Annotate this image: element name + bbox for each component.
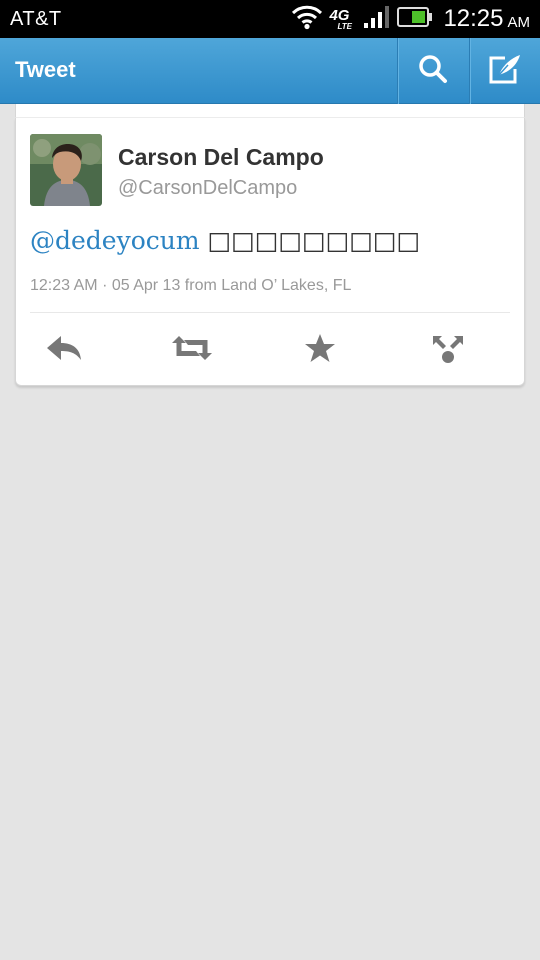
more-actions-icon: [429, 332, 467, 369]
tweet-meta: 12:23 AM · 05 Apr 13 from Land O’ Lakes,…: [30, 277, 351, 295]
compose-icon: [487, 53, 523, 90]
clock-ampm: AM: [507, 13, 531, 31]
tweet-actions: [30, 326, 510, 374]
retweet-button[interactable]: [160, 326, 224, 374]
wifi-icon: [291, 4, 323, 35]
avatar[interactable]: [30, 134, 102, 206]
reply-icon: [45, 334, 83, 367]
favorite-icon: [304, 333, 336, 368]
card-top-edge: [15, 104, 525, 118]
tweet-card: Carson Del Campo @CarsonDelCampo @dedeyo…: [15, 118, 525, 386]
tweet-body: □□□□□□□□□: [207, 226, 421, 255]
user-name[interactable]: Carson Del Campo: [118, 144, 324, 171]
screen-title: Tweet: [15, 57, 76, 82]
search-icon: [417, 53, 449, 90]
network-sub-label: LTE: [337, 22, 352, 31]
mention-link[interactable]: @dedeyocum: [30, 226, 200, 255]
more-actions-button[interactable]: [416, 326, 480, 374]
signal-icon: [363, 5, 391, 34]
action-bar: Tweet: [0, 38, 540, 104]
user-handle[interactable]: @CarsonDelCampo: [118, 177, 297, 200]
carrier-label: AT&T: [10, 8, 62, 30]
favorite-button[interactable]: [288, 326, 352, 374]
divider: [30, 312, 510, 313]
battery-icon: [397, 6, 433, 33]
tweet-date: 05 Apr 13: [111, 277, 181, 294]
status-bar: AT&T 4G LTE 12:25 AM: [0, 0, 540, 38]
tweet-timestamp: 12:23 AM: [30, 277, 98, 294]
tweet-text: @dedeyocum □□□□□□□□□: [30, 226, 420, 255]
compose-button[interactable]: [469, 38, 540, 104]
network-type: 4G LTE: [329, 5, 357, 33]
clock: 12:25: [443, 5, 504, 32]
status-icons: 4G LTE 12:25 AM: [285, 4, 530, 34]
reply-button[interactable]: [32, 326, 96, 374]
tweet-location: from Land O’ Lakes, FL: [184, 277, 352, 294]
search-button[interactable]: [397, 38, 468, 104]
meta-separator: ·: [102, 277, 108, 294]
retweet-icon: [170, 334, 214, 367]
